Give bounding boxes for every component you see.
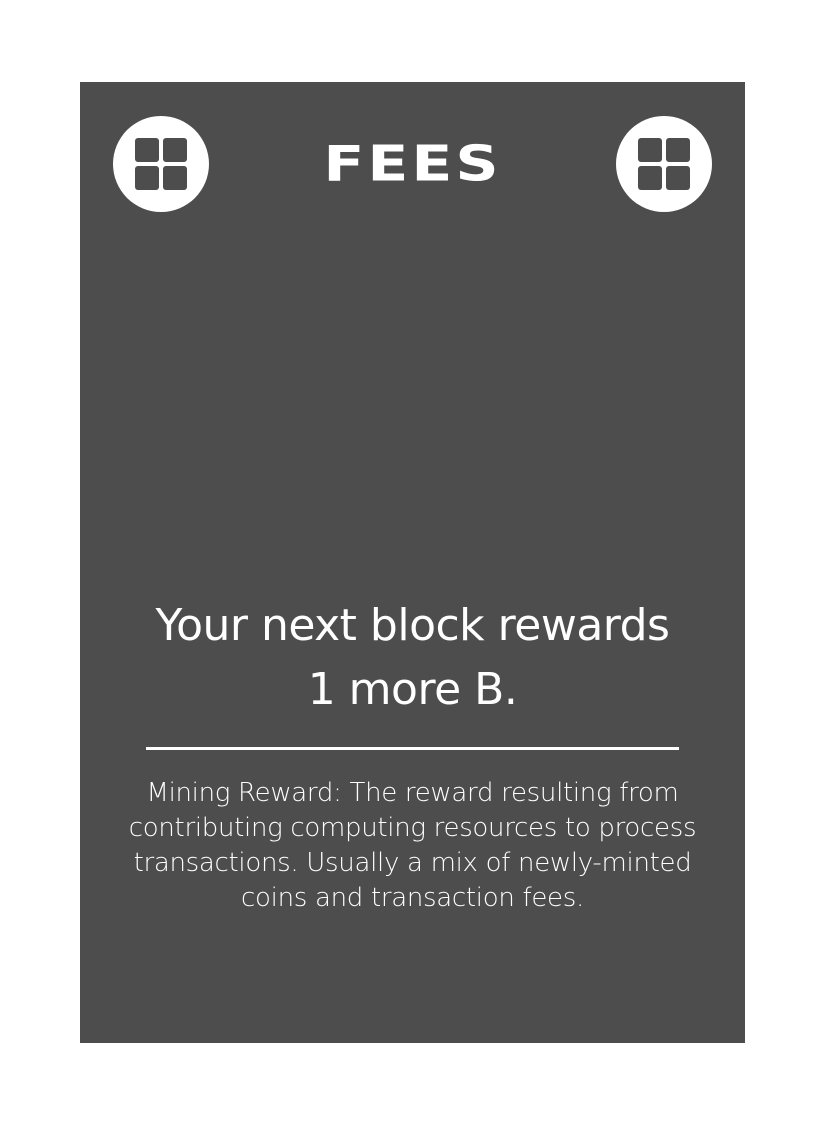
headline-line-1: Your next block rewards <box>155 600 670 651</box>
card-definition: Mining Reward: The reward resulting from… <box>128 778 697 913</box>
top-right-badge <box>616 116 712 212</box>
fees-card[interactable]: FEES Your next block rewards 1 more B. M… <box>80 82 745 1043</box>
card-headline: Your next block rewards 1 more B. <box>110 594 715 722</box>
grid-icon <box>638 138 690 190</box>
headline-line-2: 1 more B. <box>307 664 518 715</box>
divider <box>146 747 679 750</box>
